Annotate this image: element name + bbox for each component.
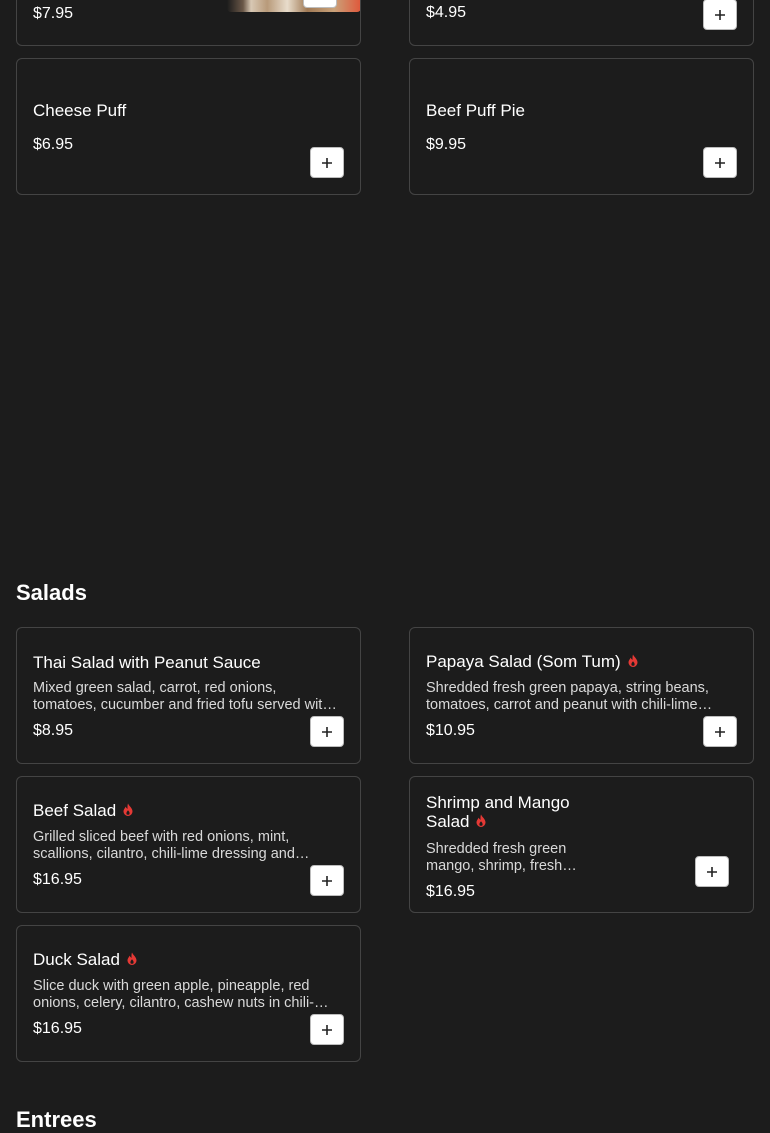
plus-icon [322,157,332,168]
menu-item-duck-salad[interactable]: Duck Salad Slice duck with green apple, … [16,925,361,1062]
item-name: Duck Salad [33,950,138,969]
item-name-text: Shrimp and Mango Salad [426,793,570,831]
item-price: $16.95 [426,883,475,900]
item-price: $16.95 [33,871,82,888]
item-price: $4.95 [426,4,467,21]
menu-item-image [227,0,360,12]
flame-icon [126,952,138,965]
item-price: $9.95 [426,136,467,153]
plus-icon [707,866,717,877]
flame-icon [475,814,487,827]
plus-icon [715,726,725,737]
plus-icon [322,1024,332,1035]
item-description: Grilled sliced beef with red onions, min… [33,829,295,862]
add-to-cart-button[interactable] [310,1014,344,1045]
item-name: Cheese Puff [33,101,127,120]
item-name-text: Duck Salad [33,950,120,969]
menu-item-beef-salad[interactable]: Beef Salad Grilled sliced beef with red … [16,776,361,913]
item-description: Mixed green salad, carrot, red onions, t… [33,680,331,713]
add-to-cart-button[interactable] [703,0,737,30]
menu-item-beef-puff-pie[interactable]: Beef Puff Pie $9.95 [409,58,754,195]
item-name-text: Papaya Salad (Som Tum) [426,652,621,671]
item-name-text: Beef Salad [33,801,117,820]
menu-item-papaya-salad[interactable]: Papaya Salad (Som Tum) Shredded fresh gr… [409,627,754,764]
item-description: Shredded fresh green papaya, string bean… [426,680,709,713]
section-title-salads: Salads [16,580,87,605]
menu-item-shrimp-mango-salad[interactable]: Shrimp and Mango Salad Shredded fresh gr… [409,776,754,913]
add-to-cart-button[interactable] [703,716,737,747]
item-name: Thai Salad with Peanut Sauce [33,653,261,672]
item-name: Shrimp and Mango Salad [426,793,601,831]
item-price: $6.95 [33,136,74,153]
plus-icon [715,9,725,20]
item-name: Papaya Salad (Som Tum) [426,652,639,671]
item-price: $8.95 [33,722,74,739]
add-to-cart-button[interactable] [303,0,337,8]
plus-icon [322,726,332,737]
item-price: $10.95 [426,722,475,739]
add-to-cart-button[interactable] [310,147,344,178]
flame-icon [122,803,134,816]
add-to-cart-button[interactable] [310,716,344,747]
add-to-cart-button[interactable] [695,856,729,887]
item-name: Beef Puff Pie [426,101,525,120]
item-price: $16.95 [33,1020,82,1037]
add-to-cart-button[interactable] [703,147,737,178]
menu-item-card[interactable]: $7.95 [16,0,361,46]
plus-icon [715,157,725,168]
add-to-cart-button[interactable] [310,865,344,896]
item-description: Slice duck with green apple, pineapple, … [33,978,314,1011]
menu-item-cheese-puff[interactable]: Cheese Puff $6.95 [16,58,361,195]
flame-icon [627,654,639,667]
item-price: $7.95 [33,5,74,22]
menu-item-thai-salad[interactable]: Thai Salad with Peanut Sauce Mixed green… [16,627,361,764]
plus-icon [322,875,332,886]
menu-item-card[interactable]: $4.95 [409,0,754,46]
item-description: Shredded fresh green mango, shrimp, fres… [426,841,567,874]
item-name: Beef Salad [33,801,134,820]
section-title-entrees: Entrees [16,1107,97,1132]
